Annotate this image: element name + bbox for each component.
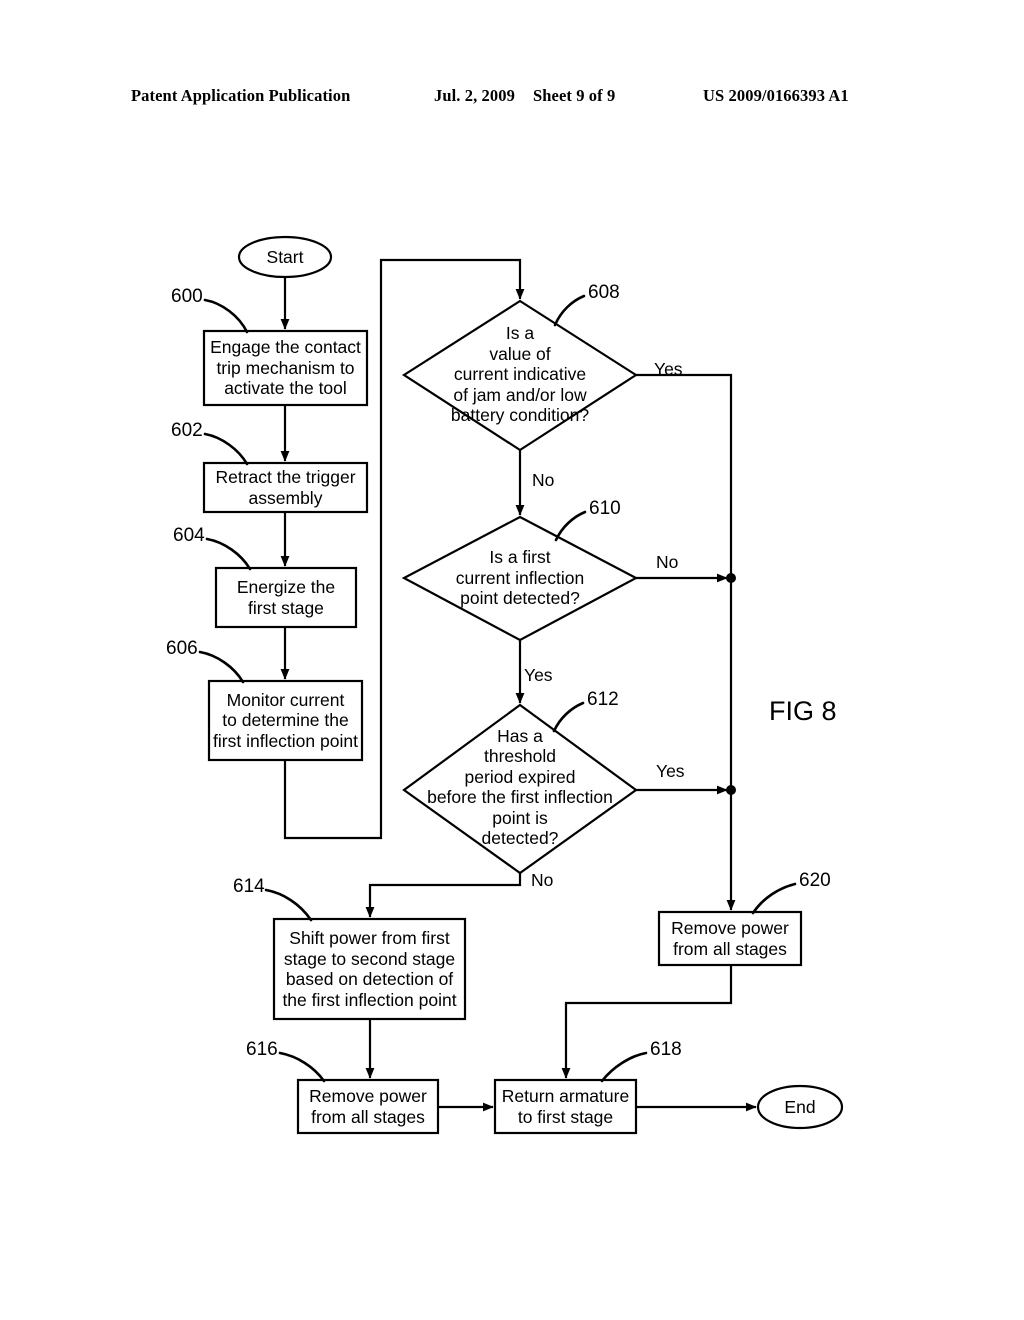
node-614-label: Shift power from first stage to second s…: [282, 928, 457, 1010]
lead-line-600: [203, 298, 249, 334]
ref-number-620: 620: [799, 870, 831, 891]
node-616-label: Remove power from all stages: [309, 1086, 427, 1127]
edge-620-to-618: [561, 965, 733, 1079]
lead-line-610: [554, 510, 587, 542]
lead-line-604: [205, 537, 252, 571]
edge-label-608-no: No: [532, 470, 555, 490]
lead-line-618: [600, 1051, 648, 1083]
edge-label-610-yes: Yes: [524, 665, 553, 685]
ref-number-606: 606: [166, 638, 198, 659]
edge-612-no-to-614: [365, 873, 522, 918]
ref-number-608: 608: [588, 282, 620, 303]
ref-number-602: 602: [171, 420, 203, 441]
junction-dot-612-yes: [726, 785, 736, 795]
edge-608-yes-to-bus: [636, 373, 736, 911]
node-612-label: Has a threshold period expired before th…: [427, 725, 613, 849]
end-terminal-label: End: [784, 1096, 816, 1117]
node-620-label: Remove power from all stages: [671, 918, 789, 959]
node-618-label: Return armature to first stage: [501, 1086, 630, 1127]
start-terminal-label: Start: [266, 246, 304, 267]
edge-label-612-yes: Yes: [656, 761, 685, 781]
ref-number-600: 600: [171, 286, 203, 307]
node-608-label: Is a value of current indicative of jam …: [450, 323, 590, 426]
edge-label-610-no: No: [656, 552, 679, 572]
edge-label-612-no: No: [531, 870, 554, 890]
node-602-label: Retract the trigger assembly: [215, 467, 356, 508]
node-600-label: Engage the contact trip mechanism to act…: [210, 337, 361, 399]
ref-number-614: 614: [233, 876, 265, 897]
node-610-label: Is a first current inflection point dete…: [455, 547, 585, 609]
figure-caption: FIG 8: [769, 696, 837, 726]
ref-number-616: 616: [246, 1039, 278, 1060]
ref-number-612: 612: [587, 689, 619, 710]
node-606-label: Monitor current to determine the first i…: [213, 689, 358, 751]
junction-dot-610-no: [726, 573, 736, 583]
node-604-label: Energize the first stage: [236, 577, 336, 618]
lead-line-602: [203, 432, 249, 466]
patent-figure-page: Patent Application Publication Jul. 2, 2…: [0, 0, 1024, 1320]
ref-number-604: 604: [173, 525, 205, 546]
edge-label-608-yes: Yes: [654, 359, 683, 379]
ref-number-610: 610: [589, 498, 621, 519]
lead-line-620: [751, 882, 797, 915]
lead-line-616: [278, 1051, 326, 1083]
ref-number-618: 618: [650, 1039, 682, 1060]
lead-line-606: [198, 650, 245, 684]
lead-line-614: [264, 888, 313, 922]
